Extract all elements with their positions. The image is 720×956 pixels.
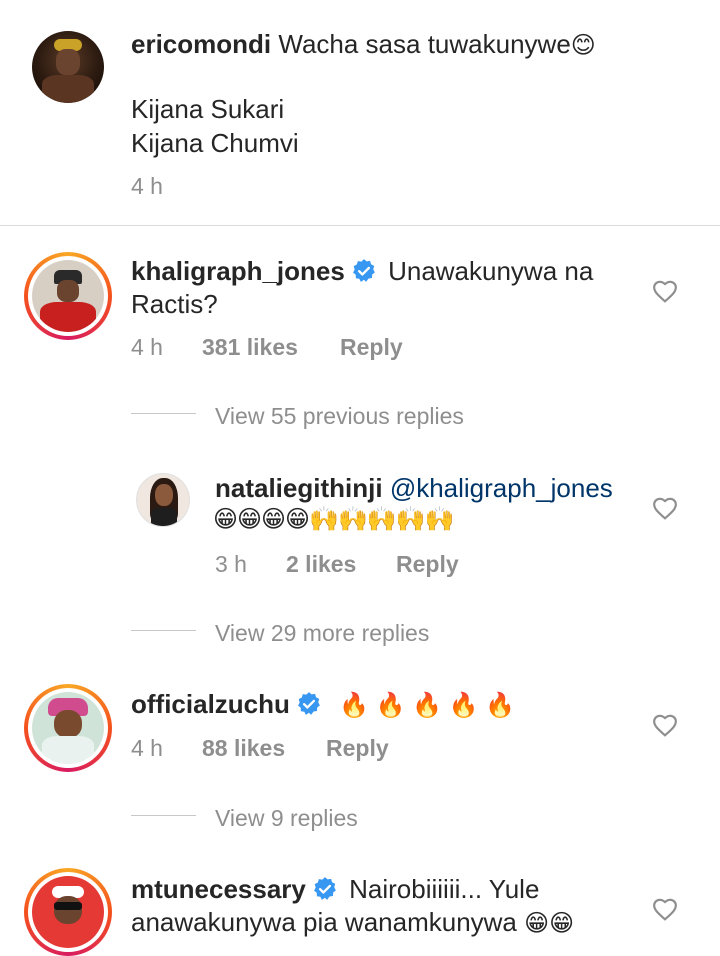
story-ring-mtunecessary[interactable] (24, 868, 112, 956)
comment-khaligraph-line2: Ractis? (131, 289, 218, 319)
reply-natalie-line1: nataliegithinji @khaligraph_jones (215, 470, 613, 506)
comment-emojis: 🔥 🔥 🔥 🔥 🔥 (339, 692, 516, 719)
comment-likes[interactable]: 88 likes (202, 735, 285, 762)
story-ring-khaligraph[interactable] (24, 252, 112, 340)
comment-text: Nairobiiiiii... Yule (349, 874, 540, 904)
replies-line (131, 815, 196, 816)
verified-badge-icon (313, 877, 336, 900)
caption-line1: ericomondi Wacha sasa tuwakunywe😊 (131, 26, 596, 64)
avatar-officialzuchu (32, 692, 104, 764)
comment-username[interactable]: officialzuchu (131, 689, 290, 719)
comment-text: Unawakunywa na (388, 256, 594, 286)
caption-time: 4 h (131, 173, 163, 199)
avatar-nataliegithinji[interactable] (136, 473, 190, 527)
replies-line (131, 413, 196, 414)
like-heart-icon[interactable] (652, 713, 678, 737)
story-ring-zuchu[interactable] (24, 684, 112, 772)
like-heart-icon[interactable] (652, 496, 678, 520)
verified-badge-icon (297, 692, 320, 715)
caption-username[interactable]: ericomondi (131, 29, 271, 59)
comment-emojis: 😁😁 (524, 910, 575, 937)
reply-button[interactable]: Reply (340, 334, 403, 361)
comment-mtune-line2: anawakunywa pia wanamkunywa 😁😁 (131, 904, 574, 942)
comment-username[interactable]: mtunecessary (131, 874, 306, 904)
like-heart-icon[interactable] (652, 897, 678, 921)
avatar-ericomondi[interactable] (32, 31, 104, 103)
comment-zuchu-line1: officialzuchu 🔥 🔥 🔥 🔥 🔥 (131, 686, 515, 724)
like-heart-icon[interactable] (652, 279, 678, 303)
reply-button[interactable]: Reply (326, 735, 389, 762)
view-more-replies-button[interactable]: View 29 more replies (215, 620, 429, 647)
verified-badge-icon (352, 259, 375, 282)
comment-time: 4 h (131, 334, 163, 360)
comment-likes[interactable]: 2 likes (286, 551, 356, 578)
reply-button[interactable]: Reply (396, 551, 459, 578)
comment-mtune-line1: mtunecessary Nairobiiiiii... Yule (131, 871, 539, 907)
comment-text-2: anawakunywa pia wanamkunywa (131, 907, 517, 937)
comment-time: 3 h (215, 551, 247, 577)
caption-text: Wacha sasa tuwakunywe (278, 29, 571, 59)
comment-username[interactable]: nataliegithinji (215, 473, 383, 503)
view-replies-button[interactable]: View 9 replies (215, 805, 358, 832)
comment-khaligraph-line1: khaligraph_jones Unawakunywa na (131, 253, 593, 289)
caption-line2: Kijana Sukari (131, 94, 285, 124)
view-previous-replies-button[interactable]: View 55 previous replies (215, 403, 464, 430)
reply-natalie-emojis: 😁😁😁😁🙌🙌🙌🙌🙌 (213, 506, 454, 533)
comment-username[interactable]: khaligraph_jones (131, 256, 345, 286)
caption-divider (0, 225, 720, 226)
mention-link[interactable]: @khaligraph_jones (390, 473, 613, 503)
caption-line3: Kijana Chumvi (131, 128, 299, 158)
avatar-mtunecessary (32, 876, 104, 948)
replies-line (131, 630, 196, 631)
comment-time: 4 h (131, 735, 163, 761)
caption-emoji: 😊 (570, 32, 596, 59)
comment-likes[interactable]: 381 likes (202, 334, 298, 361)
avatar-khaligraph_jones (32, 260, 104, 332)
